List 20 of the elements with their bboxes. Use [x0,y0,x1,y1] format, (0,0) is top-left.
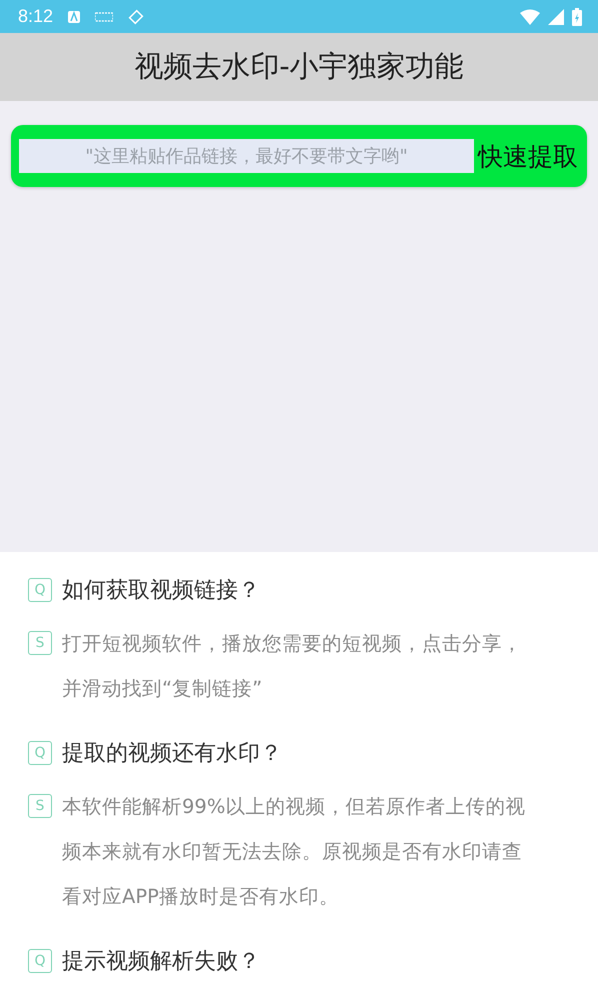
answer-text: 本软件能解析99%以上的视频，但若原作者上传的视 频本来就有水印暂无法去除。原视频是否有水印请查 看对应APP播放时是否有水印。 [62,794,526,910]
battery-icon [572,8,582,26]
question-text: 如何获取视频链接？ [62,577,260,605]
question-text: 提示视频解析失败？ [62,948,260,976]
clock: 8:12 [18,6,54,27]
answer-text: 打开短视频软件，播放您需要的短视频，点击分享， 并滑动找到“复制链接” [62,631,522,702]
app-icon [67,10,82,24]
extract-button[interactable]: 快速提取 [478,140,578,172]
signal-icon [548,8,564,24]
tag-icon [127,8,146,26]
question-text: 提取的视频还有水印？ [62,740,282,768]
wifi-icon [520,8,540,24]
question-badge: Q [28,949,52,973]
link-input-field[interactable]: "这里粘贴作品链接，最好不要带文字哟" [19,139,474,173]
keyboard-icon [95,12,114,22]
question-badge: Q [28,578,52,602]
answer-badge: S [28,631,52,655]
question-badge: Q [28,741,52,765]
page-title: 视频去水印-小宇独家功能 [134,48,464,85]
answer-badge: S [28,794,52,818]
